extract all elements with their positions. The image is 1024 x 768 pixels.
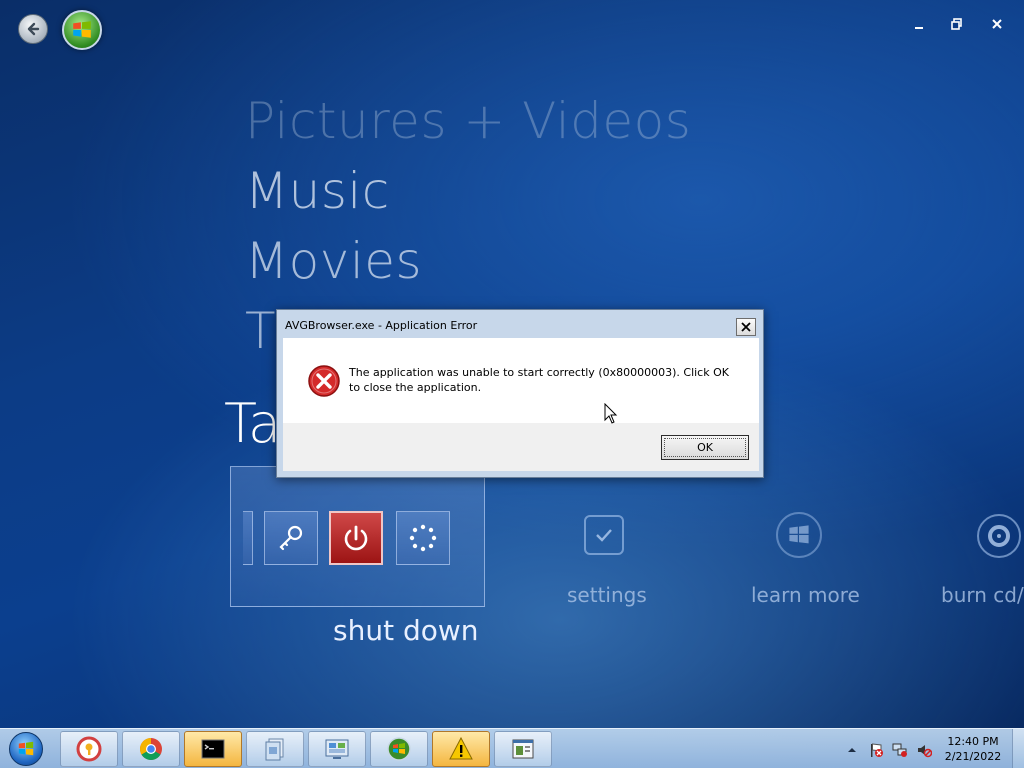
minimize-button[interactable] (908, 14, 930, 34)
taskbar-clock[interactable]: 12:40 PM 2/21/2022 (944, 734, 1002, 764)
partial-tile (243, 511, 253, 565)
windows-flag-icon (73, 21, 91, 38)
dialog-footer: OK (283, 423, 759, 471)
learn-more-label[interactable]: learn more (751, 583, 860, 607)
menu-tasks[interactable]: Ta (224, 392, 281, 455)
disc-icon (988, 525, 1010, 547)
taskbar-media-center[interactable] (370, 731, 428, 767)
chevron-up-icon (848, 748, 856, 752)
burn-cd-tile[interactable] (977, 514, 1021, 558)
application-error-dialog: AVGBrowser.exe - Application Error The a… (276, 309, 764, 478)
menu-tv[interactable]: T (245, 302, 276, 360)
warning-icon (449, 736, 473, 760)
taskbar-explorer[interactable] (246, 731, 304, 767)
minimize-icon (915, 27, 923, 29)
restore-button[interactable] (946, 14, 968, 34)
control-panel-icon (325, 739, 349, 759)
dialog-title: AVGBrowser.exe - Application Error (285, 319, 478, 332)
shutdown-label: shut down (333, 614, 479, 647)
log-off-button[interactable] (264, 511, 318, 565)
network-icon (892, 743, 907, 757)
document-stack-icon (265, 738, 284, 761)
start-button[interactable] (6, 730, 46, 768)
windows-logo-icon (789, 525, 809, 544)
show-desktop-button[interactable] (1012, 729, 1024, 768)
checkmark-icon (596, 529, 612, 542)
back-button[interactable] (18, 14, 48, 44)
show-hidden-icons-button[interactable] (843, 741, 861, 759)
avg-browser-icon (76, 736, 102, 762)
taskbar-network-window[interactable] (494, 731, 552, 767)
media-center-logo[interactable] (62, 10, 102, 50)
media-center-icon (387, 737, 411, 761)
taskbar: 12:40 PM 2/21/2022 (0, 728, 1024, 768)
sleep-icon (409, 524, 437, 552)
mouse-cursor-icon (604, 403, 618, 424)
taskbar-chrome[interactable] (122, 731, 180, 767)
power-icon (344, 525, 368, 551)
flag-alert-icon (871, 743, 883, 757)
menu-music[interactable]: Music (245, 162, 390, 220)
ok-button[interactable]: OK (661, 435, 749, 460)
windows-flag-icon (18, 741, 34, 756)
action-center-tray[interactable] (867, 741, 885, 759)
volume-muted-icon (918, 745, 932, 758)
restore-icon (951, 18, 962, 30)
taskbar-warning[interactable] (432, 731, 490, 767)
command-prompt-icon (201, 739, 225, 759)
dialog-body: The application was unable to start corr… (283, 338, 759, 423)
menu-pictures-videos[interactable]: Pictures + Videos (245, 92, 691, 150)
volume-tray[interactable] (915, 741, 933, 759)
taskbar-control-panel[interactable] (308, 731, 366, 767)
key-icon (279, 525, 303, 551)
taskbar-avg-browser[interactable] (60, 731, 118, 767)
sleep-button[interactable] (396, 511, 450, 565)
clock-time: 12:40 PM (947, 735, 999, 748)
settings-label[interactable]: settings (567, 583, 647, 607)
taskbar-command-prompt[interactable] (184, 731, 242, 767)
window-icon (512, 739, 534, 759)
close-window-button[interactable] (986, 14, 1008, 34)
dialog-message: The application was unable to start corr… (349, 366, 729, 394)
shutdown-panel (230, 466, 485, 607)
burn-cd-label[interactable]: burn cd/ (941, 583, 1024, 607)
close-icon (741, 322, 751, 332)
shut-down-button[interactable] (329, 511, 383, 565)
settings-tile[interactable] (584, 515, 624, 555)
start-orb-icon (9, 732, 43, 766)
network-tray[interactable] (891, 741, 909, 759)
error-icon (308, 365, 340, 397)
system-tray (843, 739, 933, 761)
arrow-left-icon (27, 22, 40, 36)
clock-date: 2/21/2022 (944, 750, 1002, 763)
close-icon (992, 19, 1002, 29)
chrome-icon (140, 738, 162, 760)
menu-movies[interactable]: Movies (245, 232, 422, 290)
learn-more-tile[interactable] (776, 512, 822, 558)
dialog-close-button[interactable] (736, 318, 756, 336)
